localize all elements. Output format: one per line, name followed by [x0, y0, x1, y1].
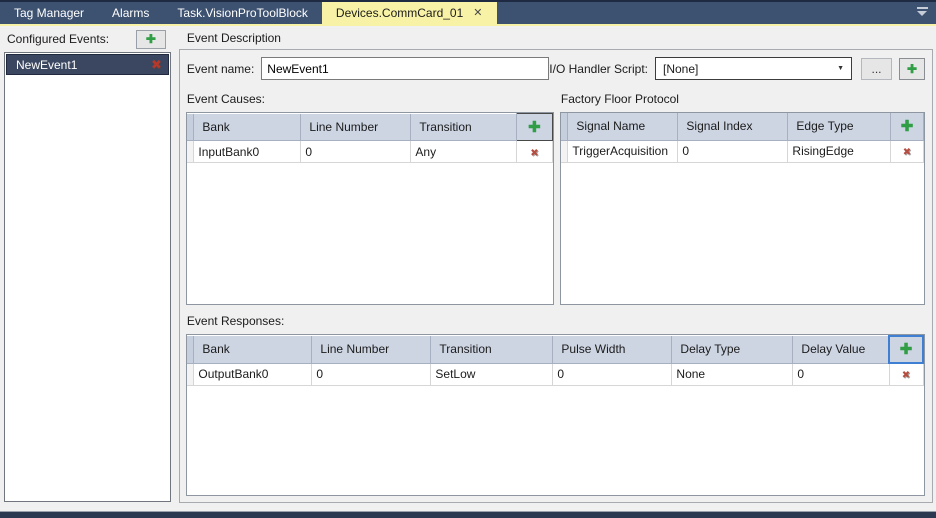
event-name-text: NewEvent1: [16, 58, 77, 72]
event-name-input[interactable]: [261, 57, 549, 80]
tab-devices-commcard-01[interactable]: Devices.CommCard_01 ✕: [322, 2, 497, 24]
tab-task-visionprotoolblock[interactable]: Task.VisionProToolBlock: [163, 2, 322, 24]
causes-and-protocol-row: Event Causes: Bank Line Number Transitio…: [186, 92, 925, 305]
row-header-strip: [187, 141, 194, 163]
column-header-signal-name: Signal Name: [568, 113, 678, 140]
plus-icon: ✚: [901, 118, 914, 135]
tab-tag-manager[interactable]: Tag Manager: [0, 2, 98, 24]
delete-icon: ✖: [902, 370, 910, 381]
add-response-button[interactable]: ✚: [889, 336, 923, 363]
table-row: InputBank0 0 Any ✖: [187, 141, 553, 163]
table-row: TriggerAcquisition 0 RisingEdge ✖: [561, 140, 924, 162]
list-item-newevent1[interactable]: NewEvent1 ✖: [6, 54, 169, 75]
io-handler-label: I/O Handler Script:: [549, 62, 648, 76]
cell-signal-index[interactable]: 0: [678, 140, 788, 162]
plus-icon: ✚: [146, 33, 156, 45]
plus-icon: ✚: [528, 119, 541, 136]
factory-floor-grid-panel: Signal Name Signal Index Edge Type ✚ Tri…: [560, 112, 925, 305]
column-header-delay-value: Delay Value: [793, 336, 889, 363]
event-causes-label: Event Causes:: [187, 92, 554, 106]
add-cause-button[interactable]: ✚: [516, 114, 552, 141]
delete-response-icon[interactable]: ✖: [889, 363, 923, 385]
event-causes-section: Event Causes: Bank Line Number Transitio…: [186, 92, 554, 305]
configured-events-label: Configured Events:: [7, 32, 109, 46]
column-header-transition: Transition: [431, 336, 553, 363]
cell-line-number[interactable]: 0: [312, 363, 431, 385]
row-header-strip: [561, 113, 568, 140]
cell-delay-value[interactable]: 0: [793, 363, 889, 385]
configured-events-header: Configured Events: ✚: [3, 28, 172, 48]
tab-bar: Tag Manager Alarms Task.VisionProToolBlo…: [0, 0, 936, 24]
cell-bank[interactable]: InputBank0: [194, 141, 301, 163]
cell-line-number[interactable]: 0: [301, 141, 411, 163]
event-description-panel: Event Description Event name: I/O Handle…: [172, 28, 933, 511]
browse-script-button[interactable]: ...: [861, 58, 892, 80]
row-header-strip: [561, 140, 568, 162]
tab-overflow-icon[interactable]: [916, 7, 928, 16]
event-name-label: Event name:: [187, 62, 254, 76]
io-handler-select[interactable]: [None] ▼: [655, 57, 852, 80]
column-header-transition: Transition: [411, 114, 517, 141]
row-header-strip: [187, 336, 194, 363]
add-signal-button[interactable]: ✚: [891, 113, 924, 140]
column-header-pulse-width: Pulse Width: [553, 336, 672, 363]
column-header-delay-type: Delay Type: [672, 336, 793, 363]
column-header-line-number: Line Number: [301, 114, 411, 141]
cell-pulse-width[interactable]: 0: [553, 363, 672, 385]
cell-transition[interactable]: Any: [411, 141, 517, 163]
chevron-down-icon: ▼: [837, 65, 844, 72]
add-script-button[interactable]: ✚: [899, 58, 925, 80]
column-header-signal-index: Signal Index: [678, 113, 788, 140]
table-row: OutputBank0 0 SetLow 0 None 0 ✖: [187, 363, 923, 385]
column-header-line-number: Line Number: [312, 336, 431, 363]
cell-transition[interactable]: SetLow: [431, 363, 553, 385]
bottom-status-bar: [0, 511, 936, 518]
add-event-button[interactable]: ✚: [136, 30, 166, 49]
factory-floor-section: Factory Floor Protocol Signal Name Signa…: [560, 92, 925, 305]
event-name-row: Event name: I/O Handler Script: [None] ▼…: [187, 56, 925, 81]
event-description-groupbox: Event name: I/O Handler Script: [None] ▼…: [179, 49, 933, 503]
column-header-edge-type: Edge Type: [788, 113, 891, 140]
delete-cause-icon[interactable]: ✖: [516, 141, 552, 163]
tab-label: Devices.CommCard_01: [336, 6, 463, 20]
event-description-title: Event Description: [187, 31, 933, 45]
row-header-strip: [187, 363, 194, 385]
factory-floor-label: Factory Floor Protocol: [561, 92, 925, 106]
plus-icon: ✚: [900, 341, 913, 358]
delete-icon: ✖: [530, 148, 538, 159]
io-handler-selected-value: [None]: [663, 62, 698, 76]
delete-event-icon[interactable]: ✖: [151, 58, 162, 71]
row-header-strip: [187, 114, 194, 141]
event-responses-table: Bank Line Number Transition Pulse Width …: [187, 335, 924, 386]
column-header-bank: Bank: [194, 114, 301, 141]
cell-bank[interactable]: OutputBank0: [194, 363, 312, 385]
event-causes-table: Bank Line Number Transition ✚ InputBank0: [187, 113, 553, 163]
event-responses-section: Event Responses: Bank Line Number Transi…: [186, 305, 925, 496]
plus-icon: ✚: [907, 63, 917, 75]
overflow-triangle: [917, 11, 927, 16]
events-listbox[interactable]: NewEvent1 ✖: [4, 52, 171, 502]
cell-delay-type[interactable]: None: [672, 363, 793, 385]
close-icon[interactable]: ✕: [473, 8, 482, 19]
delete-icon: ✖: [903, 147, 911, 158]
event-responses-label: Event Responses:: [187, 314, 925, 328]
factory-floor-table: Signal Name Signal Index Edge Type ✚ Tri…: [561, 113, 924, 163]
delete-signal-icon[interactable]: ✖: [891, 140, 924, 162]
tab-alarms[interactable]: Alarms: [98, 2, 163, 24]
event-causes-grid-panel: Bank Line Number Transition ✚ InputBank0: [186, 112, 554, 305]
cell-edge-type[interactable]: RisingEdge: [788, 140, 891, 162]
configured-events-panel: Configured Events: ✚ NewEvent1 ✖: [3, 28, 172, 511]
overflow-bar: [917, 7, 928, 9]
column-header-bank: Bank: [194, 336, 312, 363]
main-content: Configured Events: ✚ NewEvent1 ✖ Event D…: [0, 26, 936, 511]
event-responses-grid-panel: Bank Line Number Transition Pulse Width …: [186, 334, 925, 496]
cell-signal-name[interactable]: TriggerAcquisition: [568, 140, 678, 162]
